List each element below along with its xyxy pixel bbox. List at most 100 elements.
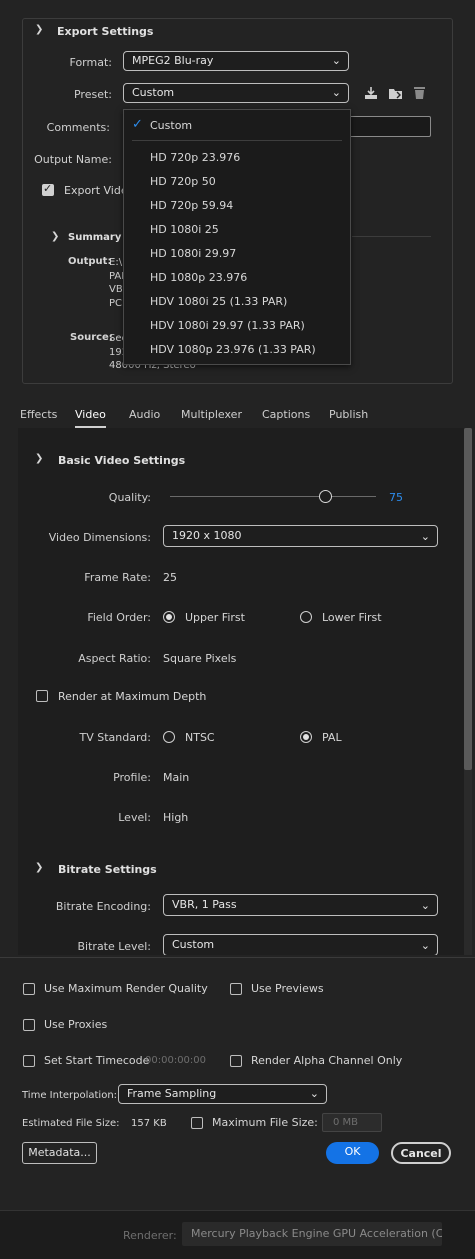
bitrate-level-dropdown[interactable]: Custom ⌄ bbox=[163, 934, 438, 955]
bitrate-level-value: Custom bbox=[172, 938, 215, 951]
collapse-chevron-icon[interactable]: ❯ bbox=[35, 453, 43, 464]
render-alpha-checkbox[interactable] bbox=[230, 1055, 242, 1067]
output-name-label: Output Name: bbox=[34, 153, 112, 166]
chevron-down-icon: ⌄ bbox=[331, 54, 341, 67]
preset-menu-item[interactable]: HD 1080p 23.976 bbox=[150, 271, 247, 284]
renderer-dropdown[interactable]: Mercury Playback Engine GPU Acceleration… bbox=[182, 1222, 442, 1246]
start-timecode-label: Set Start Timecode bbox=[44, 1054, 150, 1067]
time-interpolation-label: Time Interpolation: bbox=[22, 1090, 118, 1101]
profile-label: Profile: bbox=[113, 771, 151, 784]
export-video-checkbox[interactable] bbox=[42, 182, 54, 196]
renderer-label: Renderer: bbox=[123, 1229, 177, 1242]
time-interpolation-dropdown[interactable]: Frame Sampling ⌄ bbox=[118, 1084, 327, 1104]
field-order-upper-radio[interactable] bbox=[163, 611, 175, 623]
quality-label: Quality: bbox=[108, 491, 151, 504]
format-label: Format: bbox=[69, 56, 112, 69]
preset-dropdown[interactable]: Custom ⌄ bbox=[123, 83, 349, 103]
estimated-size-value: 157 KB bbox=[131, 1118, 167, 1129]
preset-menu-item[interactable]: HDV 1080i 25 (1.33 PAR) bbox=[150, 295, 287, 308]
ok-button[interactable]: OK bbox=[326, 1142, 379, 1164]
max-render-quality-label: Use Maximum Render Quality bbox=[44, 982, 208, 995]
preset-value: Custom bbox=[132, 86, 175, 99]
max-file-size-label: Maximum File Size: bbox=[212, 1116, 318, 1129]
bitrate-encoding-dropdown[interactable]: VBR, 1 Pass ⌄ bbox=[163, 894, 438, 916]
quality-slider-track[interactable] bbox=[170, 496, 376, 497]
bitrate-encoding-value: VBR, 1 Pass bbox=[172, 898, 237, 911]
preset-menu: ✓ Custom HD 720p 23.976 HD 720p 50 HD 72… bbox=[123, 109, 351, 365]
tab-video[interactable]: Video bbox=[75, 408, 106, 428]
comments-label: Comments: bbox=[46, 121, 110, 134]
collapse-chevron-icon[interactable]: ❯ bbox=[35, 862, 43, 873]
time-interpolation-value: Frame Sampling bbox=[127, 1087, 217, 1100]
use-previews-label: Use Previews bbox=[251, 982, 324, 995]
tab-multiplexer[interactable]: Multiplexer bbox=[181, 408, 242, 421]
checkmark-icon: ✓ bbox=[132, 117, 143, 132]
start-timecode-value: 00:00:00:00 bbox=[145, 1055, 207, 1066]
delete-preset-icon[interactable] bbox=[413, 85, 426, 100]
tab-publish[interactable]: Publish bbox=[329, 408, 368, 421]
estimated-size-label: Estimated File Size: bbox=[22, 1118, 120, 1129]
preset-menu-item[interactable]: HD 720p 59.94 bbox=[150, 199, 233, 212]
cancel-button[interactable]: Cancel bbox=[391, 1142, 451, 1164]
video-settings-area: ❯ Basic Video Settings Quality: 75 Video… bbox=[18, 428, 464, 955]
tv-pal-radio[interactable] bbox=[300, 731, 312, 743]
max-file-size-input[interactable]: 0 MB bbox=[322, 1113, 382, 1132]
max-render-quality-checkbox[interactable] bbox=[23, 983, 35, 995]
settings-scrollbar[interactable] bbox=[464, 428, 472, 955]
preset-menu-item[interactable]: HDV 1080p 23.976 (1.33 PAR) bbox=[150, 343, 316, 356]
export-settings-panel: ❯ Export Settings Format: MPEG2 Blu-ray … bbox=[0, 0, 475, 400]
chevron-down-icon: ⌄ bbox=[420, 899, 430, 912]
bitrate-level-label: Bitrate Level: bbox=[77, 940, 152, 953]
tab-audio[interactable]: Audio bbox=[129, 408, 160, 421]
format-value: MPEG2 Blu-ray bbox=[132, 54, 214, 67]
field-order-lower-label: Lower First bbox=[322, 611, 382, 624]
level-value: High bbox=[163, 811, 189, 824]
preset-menu-item[interactable]: Custom bbox=[150, 119, 192, 132]
field-order-label: Field Order: bbox=[87, 611, 151, 624]
summary-output-label: Output: bbox=[68, 256, 112, 267]
format-dropdown[interactable]: MPEG2 Blu-ray ⌄ bbox=[123, 51, 349, 71]
basic-video-settings-title: Basic Video Settings bbox=[58, 454, 186, 467]
export-settings-title: Export Settings bbox=[57, 25, 154, 38]
preset-menu-item[interactable]: HDV 1080i 29.97 (1.33 PAR) bbox=[150, 319, 305, 332]
preset-menu-item[interactable]: HD 1080i 29.97 bbox=[150, 247, 236, 260]
menu-divider bbox=[132, 140, 342, 141]
tv-ntsc-label: NTSC bbox=[185, 731, 215, 744]
video-dimensions-dropdown[interactable]: 1920 x 1080 ⌄ bbox=[163, 525, 438, 547]
comments-input[interactable] bbox=[340, 116, 431, 137]
tv-ntsc-radio[interactable] bbox=[163, 731, 175, 743]
preset-menu-item[interactable]: HD 720p 23.976 bbox=[150, 151, 240, 164]
max-depth-label: Render at Maximum Depth bbox=[58, 690, 207, 703]
renderer-footer: Renderer: Mercury Playback Engine GPU Ac… bbox=[0, 1210, 475, 1259]
quality-slider-thumb[interactable] bbox=[318, 490, 332, 503]
start-timecode-checkbox[interactable] bbox=[23, 1055, 35, 1067]
field-order-lower-radio[interactable] bbox=[300, 611, 312, 623]
tv-standard-label: TV Standard: bbox=[79, 731, 152, 744]
metadata-button[interactable]: Metadata... bbox=[22, 1142, 97, 1164]
use-previews-checkbox[interactable] bbox=[230, 983, 242, 995]
profile-value: Main bbox=[163, 771, 190, 784]
level-label: Level: bbox=[118, 811, 151, 824]
settings-tabs: Effects Video Audio Multiplexer Captions… bbox=[0, 400, 475, 428]
chevron-down-icon: ⌄ bbox=[420, 939, 430, 952]
use-proxies-checkbox[interactable] bbox=[23, 1019, 35, 1031]
video-dimensions-label: Video Dimensions: bbox=[48, 531, 151, 544]
chevron-down-icon: ⌄ bbox=[331, 86, 341, 99]
chevron-down-icon: ⌄ bbox=[420, 530, 430, 543]
frame-rate-label: Frame Rate: bbox=[84, 571, 151, 584]
max-depth-checkbox[interactable] bbox=[36, 690, 48, 702]
tab-captions[interactable]: Captions bbox=[262, 408, 310, 421]
max-file-size-checkbox[interactable] bbox=[191, 1117, 203, 1129]
field-order-upper-label: Upper First bbox=[185, 611, 245, 624]
bitrate-settings-title: Bitrate Settings bbox=[58, 863, 157, 876]
save-preset-icon[interactable] bbox=[364, 86, 378, 100]
scrollbar-thumb[interactable] bbox=[464, 428, 472, 770]
quality-value[interactable]: 75 bbox=[389, 491, 403, 504]
preset-menu-item[interactable]: HD 720p 50 bbox=[150, 175, 216, 188]
import-preset-icon[interactable] bbox=[388, 86, 403, 100]
collapse-chevron-icon[interactable]: ❯ bbox=[35, 24, 43, 35]
preset-menu-item[interactable]: HD 1080i 25 bbox=[150, 223, 219, 236]
summary-title: Summary bbox=[68, 232, 122, 243]
tab-effects[interactable]: Effects bbox=[20, 408, 57, 421]
summary-chevron-icon[interactable]: ❯ bbox=[51, 231, 59, 242]
